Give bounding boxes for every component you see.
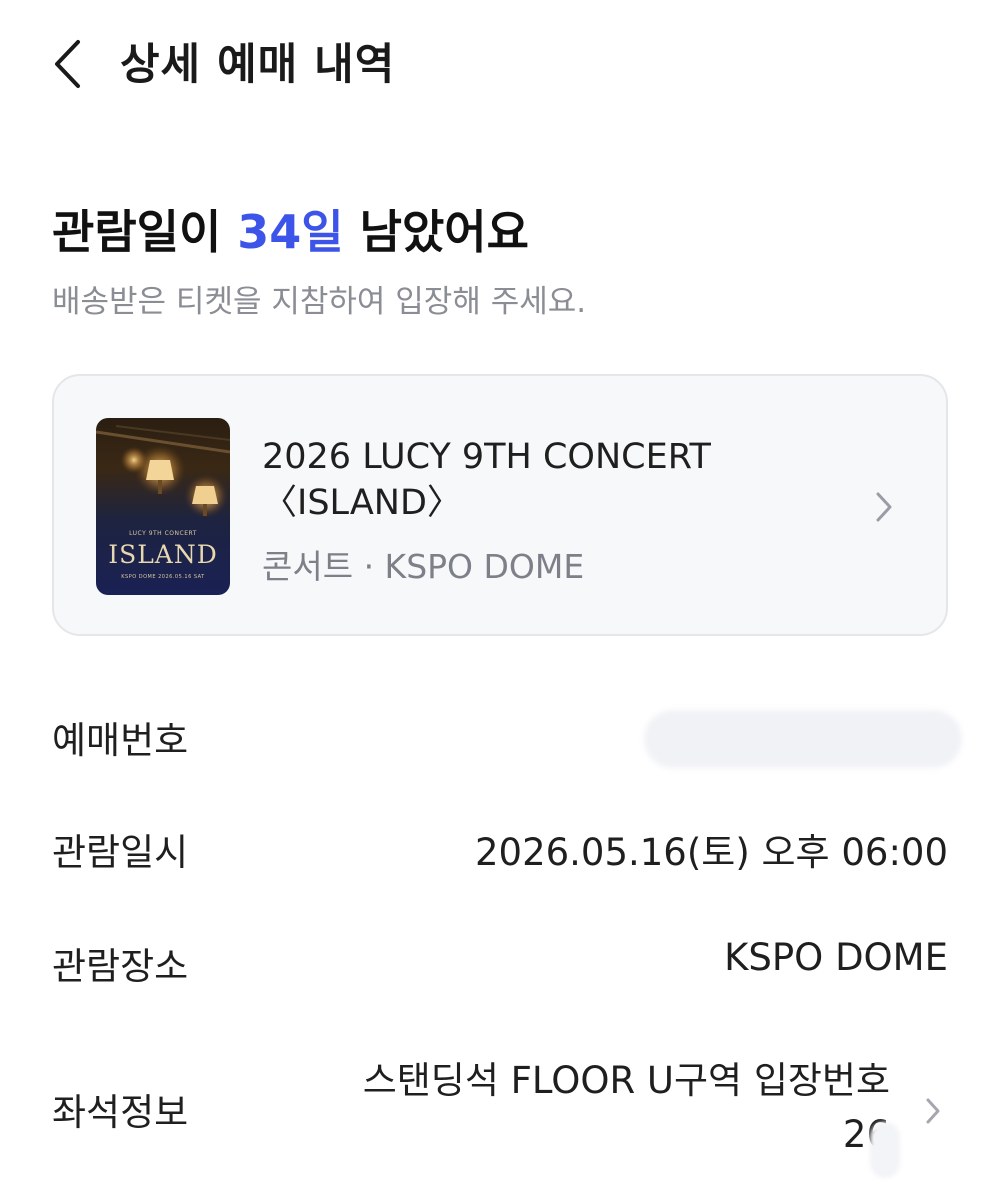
booking-number-label: 예매번호: [52, 719, 189, 762]
seat-info-redaction: [870, 1122, 900, 1178]
headline-suffix: 남았어요: [343, 205, 529, 259]
chevron-right-icon: [876, 492, 892, 522]
event-title: 2026 LUCY 9TH CONCERT 〈ISLAND〉: [262, 437, 711, 523]
venue-value: KSPO DOME: [724, 936, 948, 979]
seat-info-value: 스탠딩석 FLOOR U구역 입장번호 26: [362, 1059, 890, 1156]
show-datetime-value: 2026.05.16(토) 오후 06:00: [475, 831, 948, 874]
page-title: 상세 예매 내역: [120, 40, 396, 90]
days-left-headline: 관람일이 34일 남았어요: [52, 196, 529, 262]
poster-header-text: LUCY 9TH CONCERT: [129, 530, 197, 537]
poster-lamps-image: [96, 425, 230, 518]
chevron-right-icon[interactable]: [924, 1096, 942, 1126]
event-poster: LUCY 9TH CONCERT ISLAND KSPO DOME 2026.0…: [96, 418, 230, 595]
ticket-instruction: 배송받은 티켓을 지참하여 입장해 주세요.: [52, 284, 587, 320]
poster-footer-text: KSPO DOME 2026.05.16 SAT: [121, 574, 205, 580]
event-meta: 콘서트 · KSPO DOME: [262, 547, 585, 586]
chevron-left-icon: [55, 40, 80, 88]
poster-title: ISLAND: [108, 540, 218, 569]
seat-info-label: 좌석정보: [52, 1091, 189, 1134]
event-card[interactable]: LUCY 9TH CONCERT ISLAND KSPO DOME 2026.0…: [52, 374, 948, 636]
venue-label: 관람장소: [52, 945, 189, 988]
app-header: 상세 예매 내역: [0, 0, 1002, 125]
headline-prefix: 관람일이: [52, 205, 238, 259]
days-left-count: 34일: [237, 205, 344, 259]
booking-number-redacted: [644, 710, 962, 768]
show-datetime-label: 관람일시: [52, 831, 189, 874]
back-button[interactable]: [42, 34, 92, 94]
